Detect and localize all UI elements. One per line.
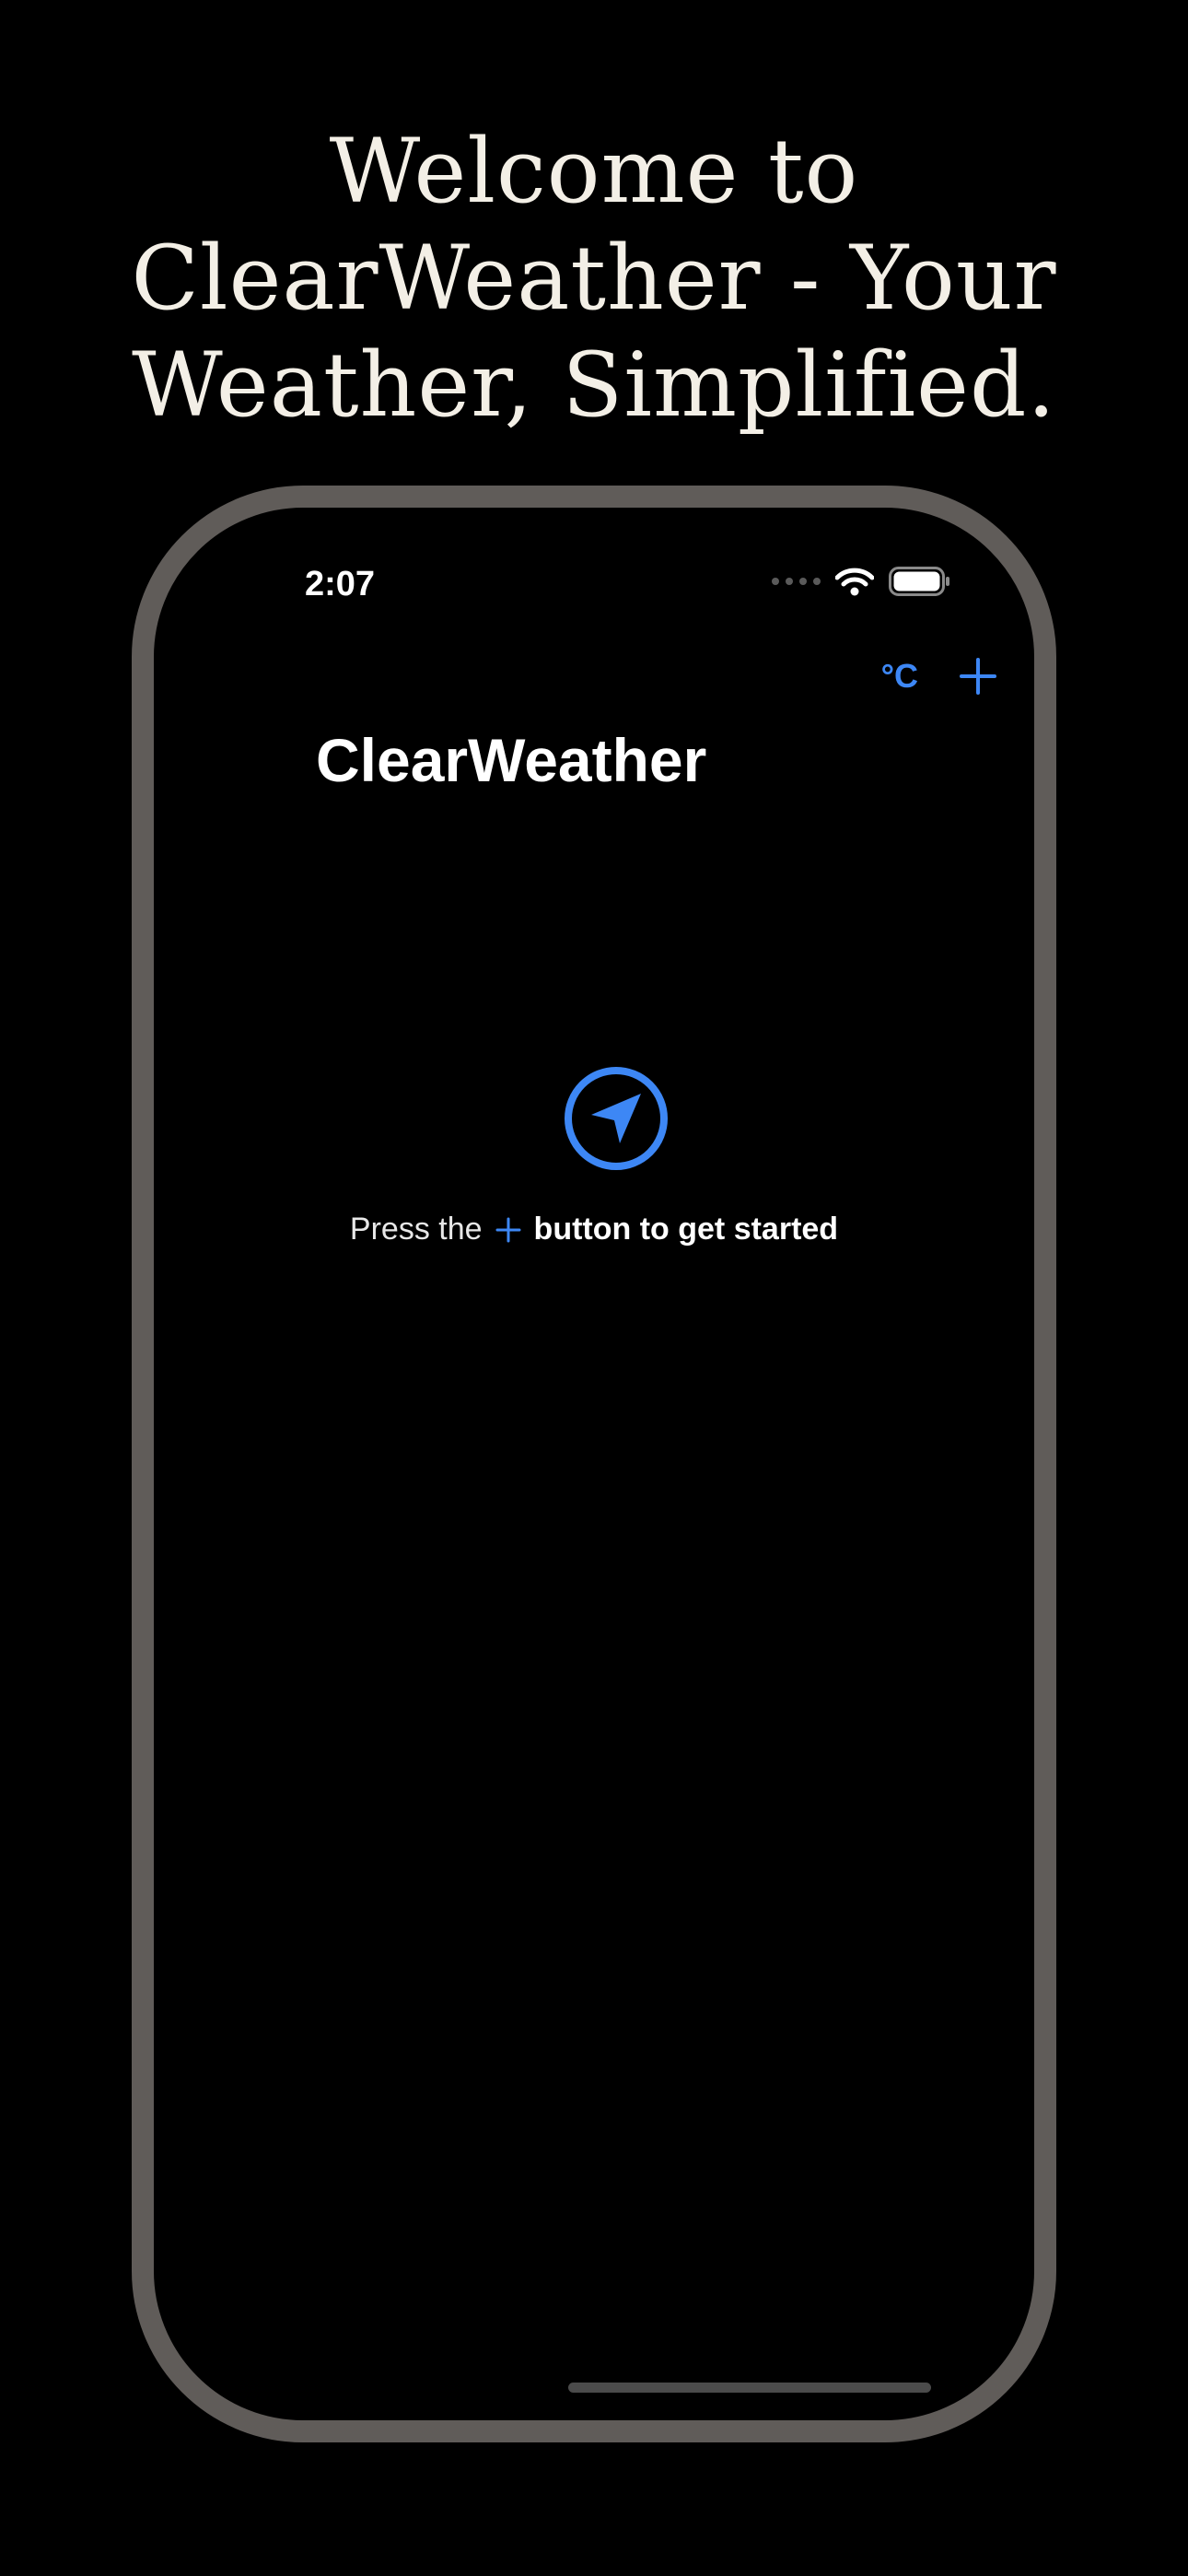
app-store-screenshot: Welcome to ClearWeather - Your Weather, …: [0, 0, 1188, 2576]
unit-toggle-button[interactable]: °C: [881, 657, 918, 696]
empty-text-before: Press the: [349, 1212, 483, 1247]
page-title: ClearWeather: [316, 726, 707, 794]
location-arrow-icon: [565, 1067, 668, 1170]
promo-line-3: Weather, Simplified.: [132, 334, 1056, 437]
phone-frame: 2:07 °C ClearWeather Press the button to…: [132, 486, 1056, 2442]
battery-icon: [889, 567, 949, 596]
promo-line-1: Welcome to: [329, 120, 859, 223]
cellular-icon: [772, 578, 821, 585]
nav-actions: °C: [881, 657, 997, 696]
plus-icon: [960, 658, 996, 695]
wifi-icon: [835, 568, 874, 596]
promo-line-2: ClearWeather - Your: [131, 227, 1057, 330]
status-icons: [772, 567, 951, 596]
add-location-button[interactable]: [959, 657, 997, 696]
empty-state-message: Press the button to get started: [154, 1212, 1034, 1247]
promo-headline: Welcome to ClearWeather - Your Weather, …: [0, 118, 1188, 439]
empty-text-after: button to get started: [533, 1212, 839, 1247]
home-indicator[interactable]: [568, 2383, 931, 2393]
plus-icon: [495, 1217, 521, 1242]
status-time: 2:07: [305, 565, 376, 603]
